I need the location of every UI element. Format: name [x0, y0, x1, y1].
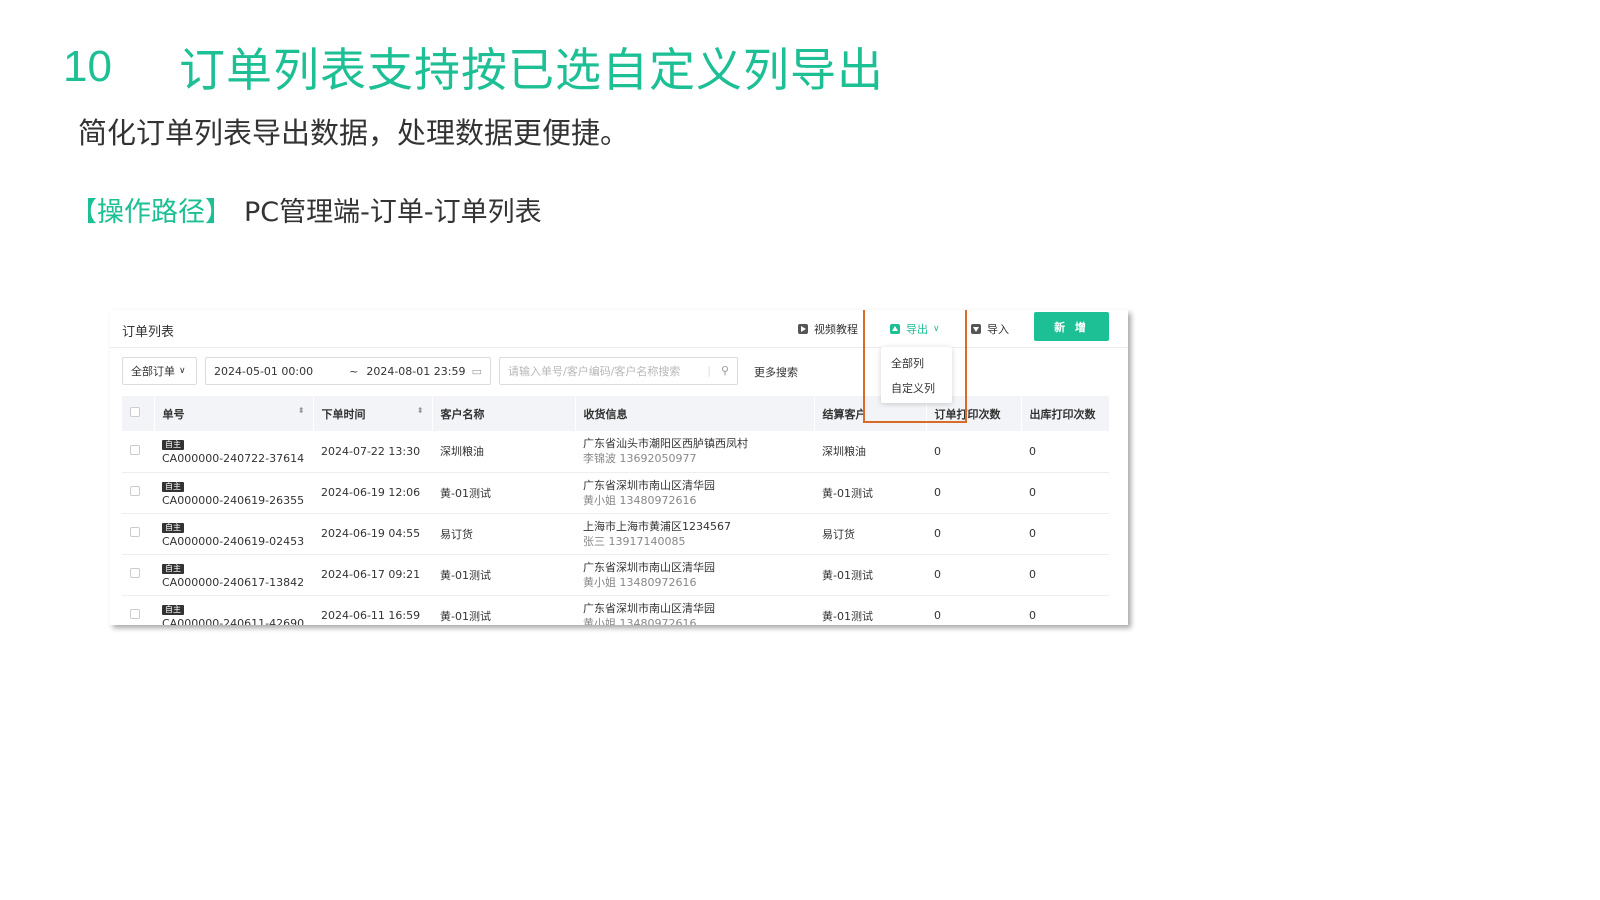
path-label: 【操作路径】 [70, 197, 232, 228]
self-tag: 自主 [162, 440, 184, 451]
slide-subtitle: 简化订单列表导出数据，处理数据更便捷。 [78, 116, 630, 150]
page-title: 订单列表 [122, 325, 175, 340]
address-cell: 广东省深圳市南山区清华园 黄小姐 13480972616 [575, 472, 814, 514]
add-order-button[interactable]: 新 增 [1034, 312, 1109, 341]
self-tag: 自主 [162, 522, 184, 533]
top-bar: 订单列表 视频教程 导出 ∨ 导入 新 增 [110, 310, 1128, 348]
out-print-cell: 0 [1021, 554, 1109, 596]
sort-icon[interactable]: ⬍ [417, 406, 424, 415]
row-checkbox[interactable] [122, 431, 154, 473]
search-input[interactable]: 请输入单号/客户编码/客户名称搜索 | ⚲ [499, 357, 738, 385]
chevron-down-icon: ∨ [179, 366, 186, 376]
order-print-cell: 0 [926, 431, 1021, 473]
order-list-screenshot: 订单列表 视频教程 导出 ∨ 导入 新 增 全部订单 ∨ 2024-05-01 … [110, 310, 1128, 625]
customer-cell: 黄-01测试 [432, 472, 575, 514]
table-row[interactable]: 自主 CA000000-240722-37614 2024-07-22 13:30… [122, 431, 1109, 473]
slide-header: 10 订单列表支持按已选自定义列导出 [63, 34, 884, 100]
address-cell: 广东省汕头市潮阳区西胪镇西凤村 李锦波 13692050977 [575, 431, 814, 473]
video-tutorial-link[interactable]: 视频教程 [798, 321, 858, 337]
table-row[interactable]: 自主 CA000000-240617-13842 2024-06-17 09:21… [122, 554, 1109, 596]
divider: | [707, 364, 711, 377]
order-no-cell[interactable]: 自主 CA000000-240617-13842 [154, 554, 313, 596]
out-print-cell: 0 [1021, 472, 1109, 514]
table-row[interactable]: 自主 CA000000-240611-42690 2024-06-11 16:59… [122, 595, 1109, 625]
column-header-out-print: 出库打印次数 [1021, 396, 1110, 431]
order-no-cell[interactable]: 自主 CA000000-240619-02453 [154, 513, 313, 555]
order-print-cell: 0 [926, 595, 1021, 625]
search-placeholder: 请输入单号/客户编码/客户名称搜索 [508, 365, 681, 378]
customer-cell: 易订货 [432, 513, 575, 555]
time-cell: 2024-06-17 09:21 [313, 554, 432, 596]
calendar-icon: ▭ [471, 365, 482, 378]
video-tutorial-label: 视频教程 [814, 323, 858, 336]
date-separator: ~ [349, 364, 359, 378]
table-row[interactable]: 自主 CA000000-240619-02453 2024-06-19 04:55… [122, 513, 1109, 555]
order-print-cell: 0 [926, 513, 1021, 555]
out-print-cell: 0 [1021, 513, 1109, 555]
self-tag: 自主 [162, 481, 184, 492]
address-cell: 广东省深圳市南山区清华园 黄小姐 13480972616 [575, 595, 814, 625]
out-print-cell: 0 [1021, 595, 1109, 625]
filter-bar: 全部订单 ∨ 2024-05-01 00:00 ~ 2024-08-01 23:… [110, 357, 1128, 385]
table-row[interactable]: 自主 CA000000-240619-26355 2024-06-19 12:06… [122, 472, 1109, 514]
order-no-cell[interactable]: 自主 CA000000-240611-42690 [154, 595, 313, 625]
date-range-picker[interactable]: 2024-05-01 00:00 ~ 2024-08-01 23:59 ▭ [205, 357, 491, 385]
customer-cell: 深圳粮油 [432, 431, 575, 473]
order-print-cell: 0 [926, 554, 1021, 596]
row-checkbox[interactable] [122, 472, 154, 514]
settle-cell: 黄-01测试 [814, 554, 926, 596]
address-cell: 广东省深圳市南山区清华园 黄小姐 13480972616 [575, 554, 814, 596]
time-cell: 2024-07-22 13:30 [313, 431, 432, 473]
column-header-address: 收货信息 [575, 396, 815, 431]
date-start: 2024-05-01 00:00 [214, 364, 314, 378]
slide-number: 10 [63, 42, 112, 91]
settle-cell: 黄-01测试 [814, 472, 926, 514]
time-cell: 2024-06-11 16:59 [313, 595, 432, 625]
operation-path: 【操作路径】 PC管理端-订单-订单列表 [70, 190, 542, 229]
settle-cell: 易订货 [814, 513, 926, 555]
slide-title: 订单列表支持按已选自定义列导出 [179, 43, 884, 97]
self-tag: 自主 [162, 604, 184, 615]
select-all-checkbox[interactable] [122, 396, 155, 431]
out-print-cell: 0 [1021, 431, 1109, 473]
download-icon [971, 324, 981, 334]
customer-cell: 黄-01测试 [432, 554, 575, 596]
customer-cell: 黄-01测试 [432, 595, 575, 625]
order-table: 单号 ⬍ 下单时间 ⬍ 客户名称 收货信息 结算客户 订单打印次数 出库打印次数 自… [122, 396, 1110, 625]
order-no-cell[interactable]: 自主 CA000000-240722-37614 [154, 431, 313, 473]
column-header-customer: 客户名称 [432, 396, 576, 431]
settle-cell: 深圳粮油 [814, 431, 926, 473]
date-end: 2024-08-01 23:59 [366, 364, 466, 378]
row-checkbox[interactable] [122, 595, 154, 625]
import-button[interactable]: 导入 [971, 321, 1009, 337]
address-cell: 上海市上海市黄浦区1234567 张三 13917140085 [575, 513, 814, 555]
play-square-icon [798, 324, 808, 334]
more-search-link[interactable]: 更多搜索 [754, 364, 798, 380]
highlight-box [863, 310, 967, 423]
time-cell: 2024-06-19 12:06 [313, 472, 432, 514]
settle-cell: 黄-01测试 [814, 595, 926, 625]
order-type-value: 全部订单 [131, 365, 175, 378]
time-cell: 2024-06-19 04:55 [313, 513, 432, 555]
order-print-cell: 0 [926, 472, 1021, 514]
column-header-time[interactable]: 下单时间 ⬍ [313, 396, 433, 431]
import-label: 导入 [987, 323, 1009, 336]
column-header-order-no[interactable]: 单号 ⬍ [154, 396, 314, 431]
order-type-select[interactable]: 全部订单 ∨ [122, 357, 197, 385]
search-icon[interactable]: ⚲ [721, 364, 729, 377]
row-checkbox[interactable] [122, 554, 154, 596]
path-value: PC管理端-订单-订单列表 [244, 197, 542, 228]
self-tag: 自主 [162, 563, 184, 574]
order-no-cell[interactable]: 自主 CA000000-240619-26355 [154, 472, 313, 514]
sort-icon[interactable]: ⬍ [298, 406, 305, 415]
row-checkbox[interactable] [122, 513, 154, 555]
